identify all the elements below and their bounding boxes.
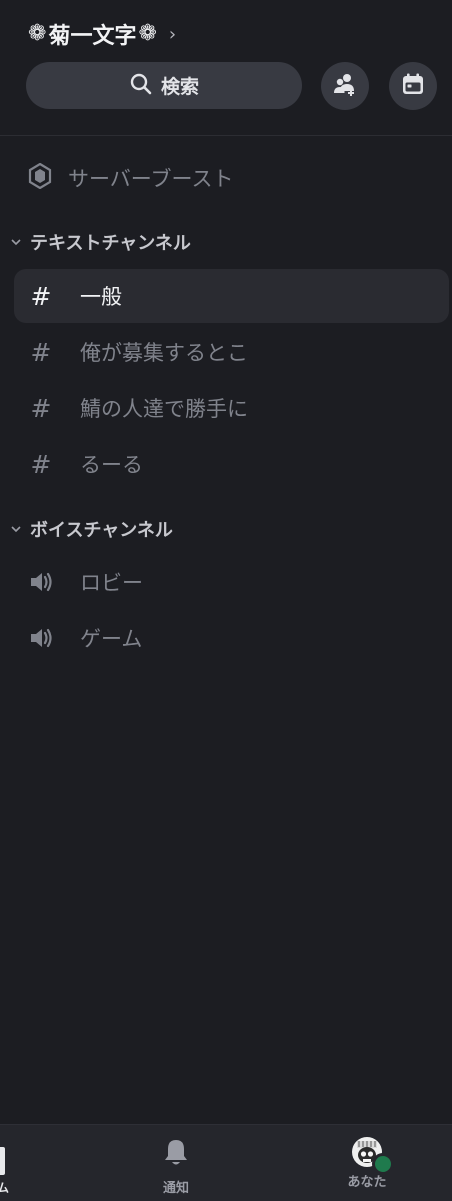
channel-label: ゲーム: [80, 627, 143, 651]
text-channel-free[interactable]: # 鯖の人達で勝手に: [14, 381, 449, 435]
search-button[interactable]: 検索: [26, 62, 302, 109]
calendar-icon: [401, 72, 425, 100]
nav-item-home[interactable]: ム: [0, 1147, 9, 1195]
chevron-down-icon: [10, 522, 22, 536]
text-channel-recruit[interactable]: # 俺が募集するとこ: [14, 325, 449, 379]
server-header: ❁ 菊一文字 ❁ › 検索: [0, 0, 452, 136]
chevron-down-icon: [10, 235, 22, 249]
category-label: テキストチャンネル: [30, 233, 191, 254]
channel-label: ロビー: [80, 571, 143, 595]
flower-left-icon: ❁: [28, 21, 47, 46]
flower-right-icon: ❁: [138, 21, 157, 46]
category-voice-channels[interactable]: ボイスチャンネル: [10, 514, 173, 544]
search-label: 検索: [160, 76, 199, 98]
avatar: [352, 1137, 394, 1175]
voice-channel-game[interactable]: ゲーム: [14, 611, 449, 665]
hashtag-icon: #: [30, 337, 52, 367]
category-label: ボイスチャンネル: [30, 520, 173, 541]
channel-label: 一般: [80, 285, 122, 309]
header-divider: [0, 135, 452, 136]
speaker-icon: [28, 627, 54, 649]
nav-item-notifications[interactable]: 通知: [131, 1137, 221, 1196]
invite-members-button[interactable]: [321, 62, 369, 110]
nav-home-label: ム: [0, 1181, 10, 1195]
channel-label: 鯖の人達で勝手に: [80, 397, 248, 421]
boost-label: サーバーブースト: [68, 167, 234, 191]
speaker-icon: [28, 571, 54, 593]
voice-channel-lobby[interactable]: ロビー: [14, 555, 449, 609]
add-member-icon: [332, 71, 358, 101]
text-channel-general[interactable]: # 一般: [14, 269, 449, 323]
bell-icon: [161, 1137, 191, 1173]
hashtag-icon: #: [30, 393, 52, 423]
server-title-button[interactable]: ❁ 菊一文字 ❁ ›: [28, 18, 176, 50]
channel-label: 俺が募集するとこ: [80, 341, 248, 365]
chevron-right-icon: ›: [168, 23, 177, 45]
category-text-channels[interactable]: テキストチャンネル: [10, 227, 191, 257]
nav-item-you[interactable]: あなた: [322, 1137, 412, 1190]
boost-gem-icon: [28, 162, 52, 193]
text-channel-rules[interactable]: # るーる: [14, 437, 449, 491]
server-name: 菊一文字: [48, 24, 137, 49]
hashtag-icon: #: [30, 281, 52, 311]
search-icon: [129, 72, 153, 100]
events-button[interactable]: [389, 62, 437, 110]
nav-notifications-label: 通知: [162, 1181, 189, 1196]
hashtag-icon: #: [30, 449, 52, 479]
home-icon: [0, 1147, 5, 1175]
online-status-indicator: [372, 1153, 394, 1175]
bottom-navigation: ム 通知 あなた: [0, 1124, 452, 1201]
server-boost-item[interactable]: サーバーブースト: [28, 160, 233, 196]
channel-label: るーる: [80, 453, 143, 477]
